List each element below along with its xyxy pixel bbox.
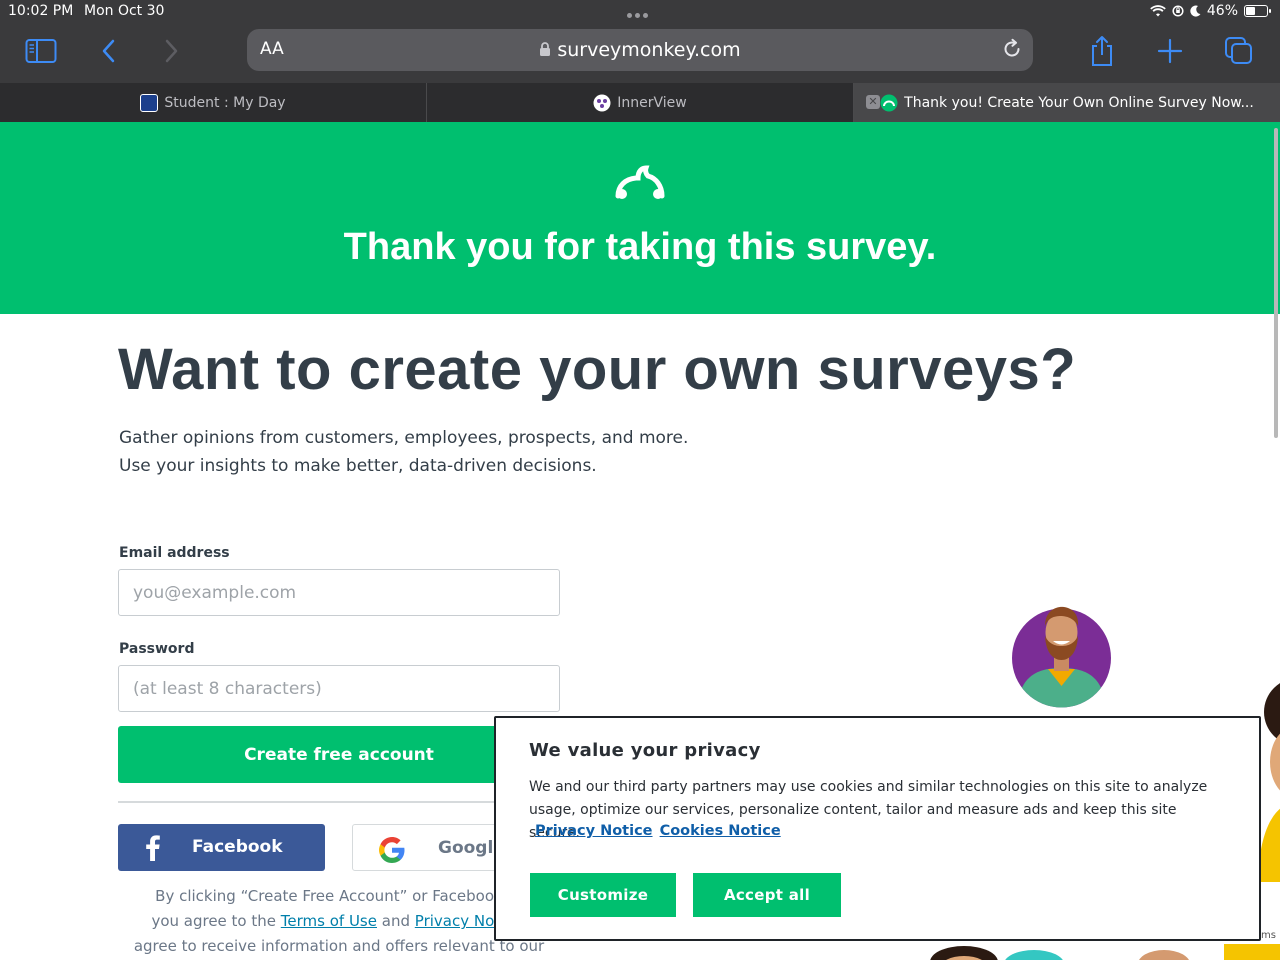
forward-button[interactable] <box>151 33 191 69</box>
facebook-icon <box>146 835 160 861</box>
address-bar[interactable]: AA surveymonkey.com <box>247 29 1033 71</box>
web-page: Thank you for taking this survey. Want t… <box>0 122 1280 960</box>
battery-percent: 46% <box>1206 3 1238 19</box>
facebook-signup-button[interactable]: Facebook <box>118 824 325 871</box>
tab-bar: Student : My Day InnerView ✕ Thank you! … <box>0 83 1280 122</box>
facebook-label: Facebook <box>192 837 283 857</box>
moon-icon <box>1190 5 1201 17</box>
cut-off-text: ms <box>1261 930 1276 941</box>
tab-innerview[interactable]: InnerView <box>427 83 854 122</box>
page-scrollbar[interactable] <box>1274 128 1278 438</box>
google-icon <box>379 837 405 863</box>
cookie-links: Privacy Notice Cookies Notice <box>535 823 783 839</box>
tab-label: Student : My Day <box>164 94 286 111</box>
school-favicon-icon <box>140 93 159 112</box>
browser-toolbar: AA surveymonkey.com <box>0 24 1280 83</box>
lead-line-2: Use your insights to make better, data-d… <box>119 456 597 476</box>
chevron-left-icon <box>102 39 115 63</box>
tabs-overview-icon[interactable] <box>1219 33 1259 69</box>
status-time: 10:02 PM <box>8 3 74 19</box>
status-bar: 10:02 PM Mon Oct 30 46% <box>0 0 1280 24</box>
legal-text-fragment: you agree to the <box>151 912 276 930</box>
battery-icon <box>1244 5 1271 17</box>
cookie-privacy-notice-link[interactable]: Privacy Notice <box>535 823 653 839</box>
tab-surveymonkey[interactable]: ✕ Thank you! Create Your Own Online Surv… <box>854 83 1280 122</box>
terms-of-use-link[interactable]: Terms of Use <box>281 912 377 930</box>
status-indicators: 46% <box>1150 3 1271 19</box>
person-avatar <box>1012 606 1111 708</box>
thank-you-banner: Thank you for taking this survey. <box>0 122 1280 314</box>
tab-label: InnerView <box>617 94 687 111</box>
password-field[interactable] <box>118 665 560 712</box>
email-label: Email address <box>119 545 230 561</box>
multitasking-dots-icon[interactable] <box>627 6 653 18</box>
password-label: Password <box>119 641 195 657</box>
legal-text-fragment: and <box>381 912 410 930</box>
orientation-lock-icon <box>1172 5 1184 17</box>
lead-line-1: Gather opinions from customers, employee… <box>119 428 689 448</box>
new-tab-plus-icon[interactable] <box>1150 33 1190 69</box>
tab-student-my-day[interactable]: Student : My Day <box>0 83 427 122</box>
accept-all-button[interactable]: Accept all <box>693 873 841 917</box>
email-field[interactable] <box>118 569 560 616</box>
tab-label: Thank you! Create Your Own Online Survey… <box>904 94 1254 111</box>
url-host: surveymonkey.com <box>557 39 741 61</box>
share-icon[interactable] <box>1082 33 1122 69</box>
sidebar-icon[interactable] <box>21 33 61 69</box>
chevron-right-icon <box>165 39 178 63</box>
cookies-notice-link[interactable]: Cookies Notice <box>660 823 781 839</box>
surveymonkey-favicon-icon <box>880 94 898 111</box>
status-date: Mon Oct 30 <box>84 3 165 19</box>
thank-you-title: Thank you for taking this survey. <box>343 226 937 268</box>
url-display[interactable]: surveymonkey.com <box>247 39 1033 61</box>
surveymonkey-logo-icon <box>615 165 665 199</box>
back-button[interactable] <box>89 33 129 69</box>
customize-button[interactable]: Customize <box>530 873 676 917</box>
reload-icon[interactable] <box>1001 38 1023 64</box>
signup-heading: Want to create your own surveys? <box>118 337 1077 402</box>
close-tab-icon[interactable]: ✕ <box>866 95 880 109</box>
innerview-favicon-icon <box>593 94 611 111</box>
cookie-title: We value your privacy <box>529 740 761 761</box>
signup-lead: Gather opinions from customers, employee… <box>119 424 688 480</box>
cookie-consent-dialog: We value your privacy We and our third p… <box>494 716 1261 941</box>
wifi-icon <box>1150 5 1166 17</box>
lock-icon <box>540 42 551 56</box>
